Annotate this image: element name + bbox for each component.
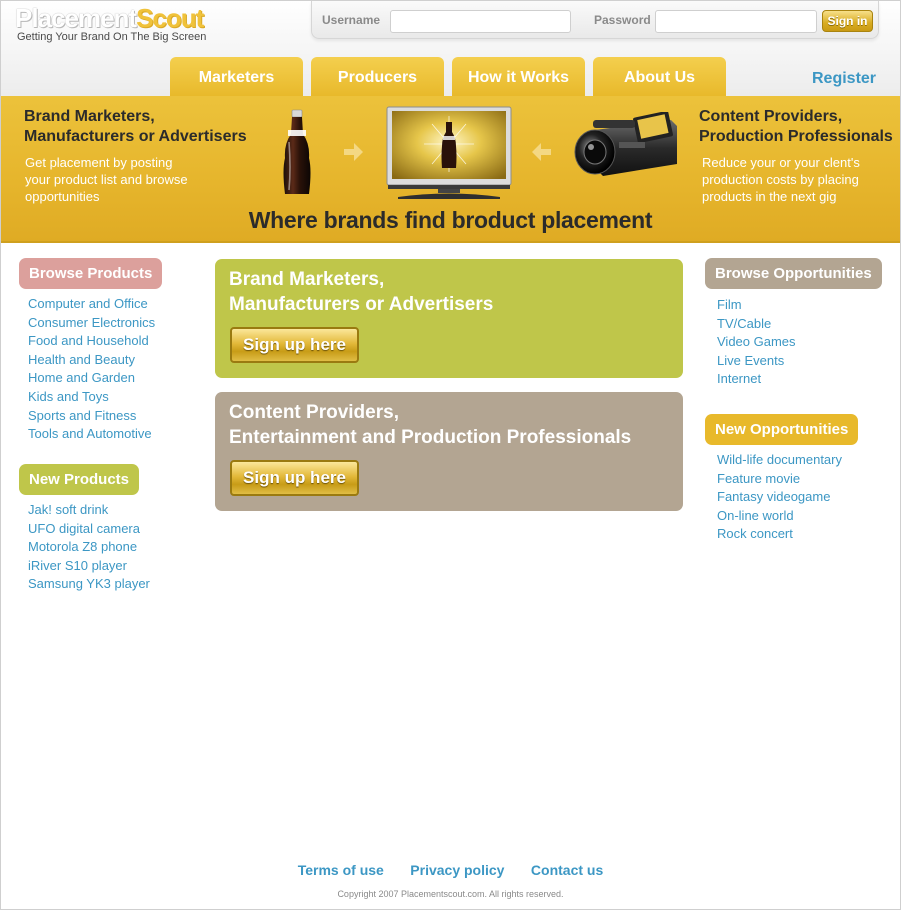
page: PlacementScout Getting Your Brand On The…	[0, 0, 901, 910]
header: PlacementScout Getting Your Brand On The…	[1, 1, 900, 96]
banner-right-desc-line: production costs by placing	[702, 172, 859, 187]
product-category-link[interactable]: Home and Garden	[28, 369, 155, 388]
arrow-right-icon	[344, 143, 363, 161]
soda-bottle-icon	[283, 109, 311, 194]
banner-right-heading-line: Production Professionals	[699, 128, 893, 145]
opportunity-category-link[interactable]: Video Games	[717, 333, 796, 352]
logo[interactable]: PlacementScout	[15, 3, 204, 34]
video-camera-icon	[574, 112, 677, 176]
register-link[interactable]: Register	[812, 70, 876, 88]
banner-left-desc-line: opportunities	[25, 189, 100, 204]
product-category-link[interactable]: Health and Beauty	[28, 351, 155, 370]
logo-part-1: Placement	[15, 3, 137, 33]
new-product-link[interactable]: Motorola Z8 phone	[28, 538, 150, 557]
banner-left-heading-line: Manufacturers or Advertisers	[24, 128, 247, 145]
banner-left-heading-line: Brand Marketers,	[24, 108, 155, 125]
product-category-link[interactable]: Computer and Office	[28, 295, 155, 314]
footer-links: Terms of use Privacy policy Contact us	[1, 862, 900, 880]
browse-products-list: Computer and Office Consumer Electronics…	[28, 295, 155, 444]
opportunity-category-link[interactable]: Film	[717, 296, 796, 315]
banner-tagline: Where brands find broduct placement	[248, 207, 653, 233]
banner-right-desc-line: Reduce your or your clent's	[702, 155, 860, 170]
new-products-heading: New Products	[19, 464, 140, 495]
banner-left-heading: Brand Marketers, Manufacturers or Advert…	[24, 107, 247, 147]
login-bar: Username Password Sign in	[311, 1, 879, 39]
browse-opportunities-list: Film TV/Cable Video Games Live Events In…	[717, 296, 796, 389]
product-category-link[interactable]: Consumer Electronics	[28, 314, 155, 333]
browse-opportunities-heading: Browse Opportunities	[705, 258, 882, 289]
marketers-signup-button[interactable]: Sign up here	[230, 327, 359, 363]
tab-marketers[interactable]: Marketers	[170, 57, 303, 96]
tab-how-it-works[interactable]: How it Works	[452, 57, 585, 96]
username-input[interactable]	[390, 10, 571, 33]
site-tagline: Getting Your Brand On The Big Screen	[17, 31, 207, 43]
product-category-link[interactable]: Kids and Toys	[28, 388, 155, 407]
product-category-link[interactable]: Sports and Fitness	[28, 407, 155, 426]
marketers-signup-panel: Brand Marketers, Manufacturers or Advert…	[215, 259, 683, 378]
tab-producers[interactable]: Producers	[311, 57, 444, 96]
panel-title-line: Content Providers,	[229, 402, 399, 423]
new-products-list: Jak! soft drink UFO digital camera Motor…	[28, 501, 150, 594]
hero-banner: Brand Marketers, Manufacturers or Advert…	[1, 96, 900, 243]
panel-title-line: Brand Marketers,	[229, 269, 385, 290]
television-icon	[386, 106, 512, 199]
banner-right-desc-line: products in the next gig	[702, 189, 837, 204]
opportunity-category-link[interactable]: Live Events	[717, 352, 796, 371]
new-opportunity-link[interactable]: Rock concert	[717, 525, 842, 544]
copyright-text: Copyright 2007 Placementscout.com. All r…	[337, 889, 564, 899]
banner-right-description: Reduce your or your clent's production c…	[702, 154, 860, 205]
new-product-link[interactable]: Jak! soft drink	[28, 501, 150, 520]
producers-signup-button[interactable]: Sign up here	[230, 460, 359, 496]
arrow-left-icon	[532, 143, 551, 161]
banner-left-description: Get placement by posting your product li…	[25, 154, 188, 205]
producers-signup-panel: Content Providers, Entertainment and Pro…	[215, 392, 683, 511]
banner-right-heading-line: Content Providers,	[699, 108, 843, 125]
panel-title-line: Entertainment and Production Professiona…	[229, 427, 632, 448]
banner-left-desc-line: Get placement by posting	[25, 155, 173, 170]
new-opportunity-link[interactable]: Fantasy videogame	[717, 488, 842, 507]
banner-right-heading: Content Providers, Production Profession…	[699, 107, 893, 147]
terms-of-use-link[interactable]: Terms of use	[298, 862, 384, 878]
new-product-link[interactable]: iRiver S10 player	[28, 557, 150, 576]
opportunity-category-link[interactable]: Internet	[717, 370, 796, 389]
new-product-link[interactable]: UFO digital camera	[28, 520, 150, 539]
browse-products-heading: Browse Products	[19, 258, 163, 289]
logo-part-2: Scout	[136, 3, 204, 33]
product-category-link[interactable]: Food and Household	[28, 332, 155, 351]
new-opportunity-link[interactable]: Feature movie	[717, 470, 842, 489]
new-opportunities-heading: New Opportunities	[705, 414, 859, 445]
marketers-panel-title: Brand Marketers, Manufacturers or Advert…	[229, 267, 493, 317]
new-opportunity-link[interactable]: Wild-life documentary	[717, 451, 842, 470]
privacy-policy-link[interactable]: Privacy policy	[410, 862, 504, 878]
new-opportunities-list: Wild-life documentary Feature movie Fant…	[717, 451, 842, 544]
panel-title-line: Manufacturers or Advertisers	[229, 294, 494, 315]
tab-about-us[interactable]: About Us	[593, 57, 726, 96]
password-input[interactable]	[655, 10, 817, 33]
contact-us-link[interactable]: Contact us	[531, 862, 603, 878]
password-label: Password	[594, 13, 651, 27]
new-opportunity-link[interactable]: On-line world	[717, 507, 842, 526]
sign-in-button[interactable]: Sign in	[822, 10, 873, 32]
new-product-link[interactable]: Samsung YK3 player	[28, 575, 150, 594]
producers-panel-title: Content Providers, Entertainment and Pro…	[229, 400, 631, 450]
opportunity-category-link[interactable]: TV/Cable	[717, 315, 796, 334]
banner-left-desc-line: your product list and browse	[25, 172, 188, 187]
product-category-link[interactable]: Tools and Automotive	[28, 425, 155, 444]
username-label: Username	[322, 13, 381, 27]
